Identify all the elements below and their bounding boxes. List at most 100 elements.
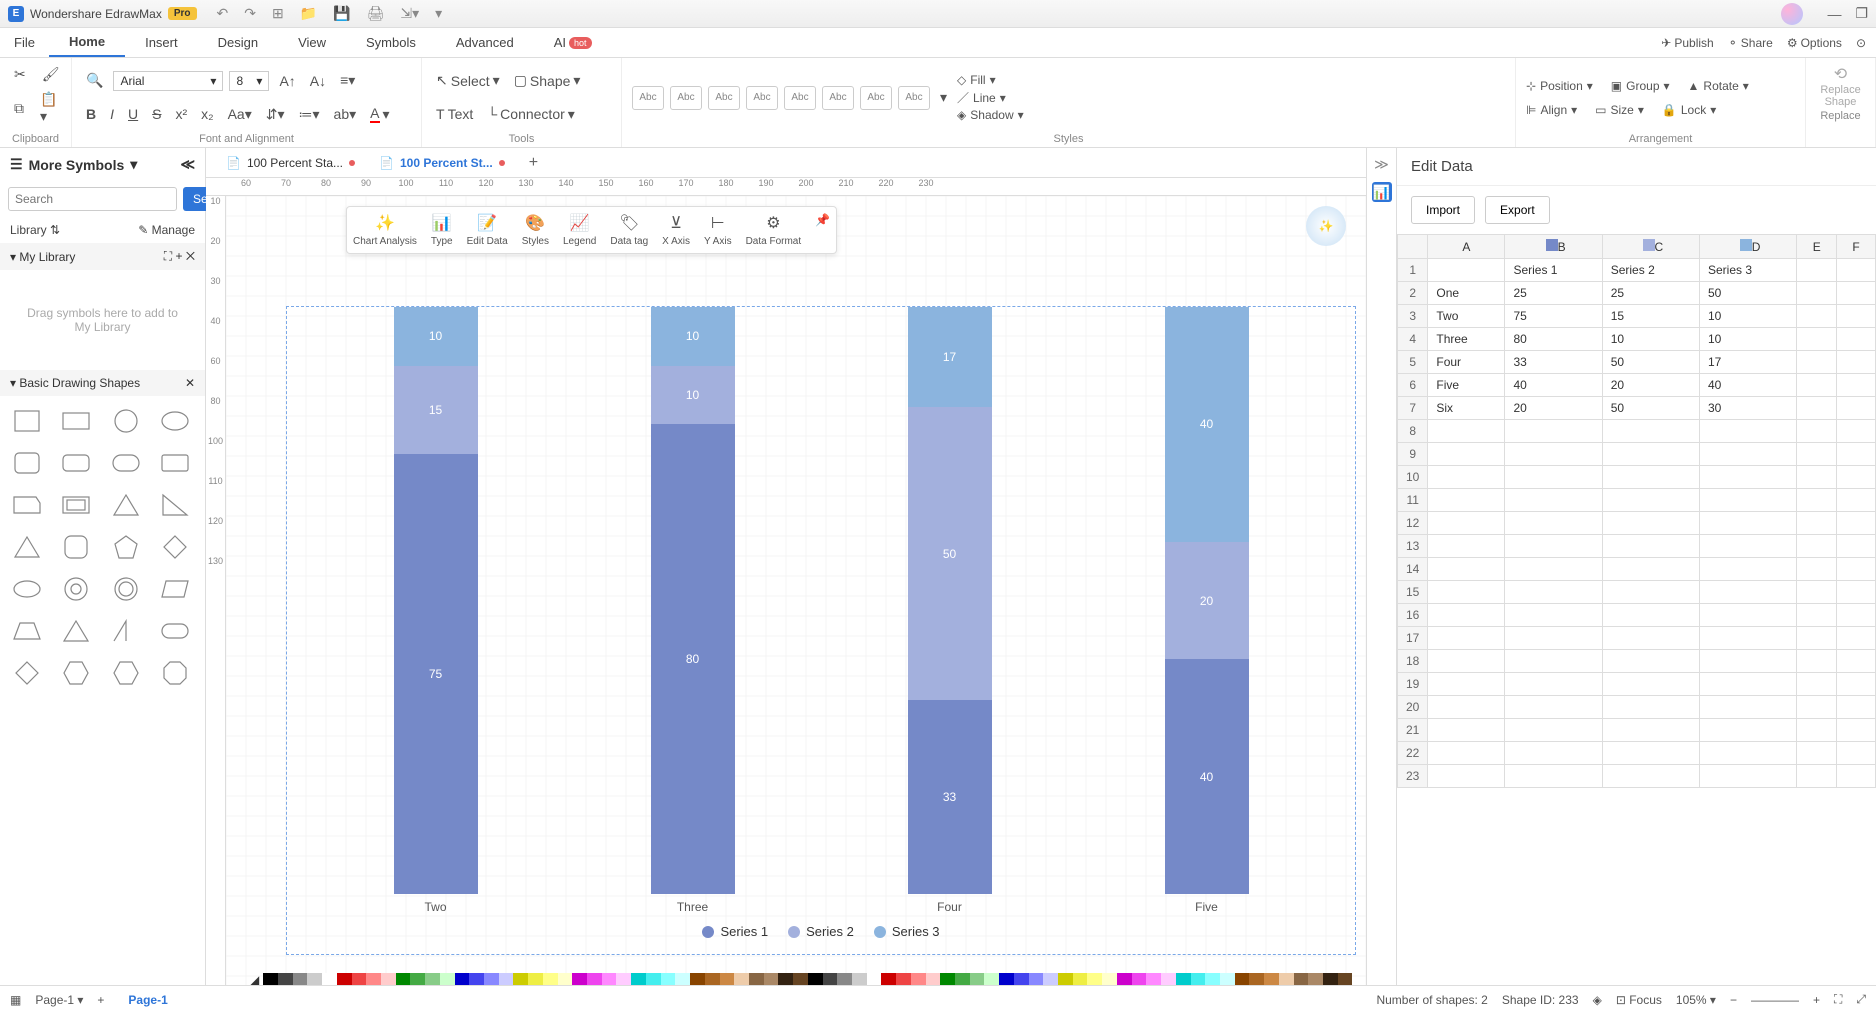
shape-octagon[interactable]	[156, 656, 194, 690]
paste-icon[interactable]: 📋▾	[36, 89, 64, 127]
segment-s3[interactable]: 40	[1165, 307, 1249, 542]
color-swatch[interactable]	[1205, 973, 1220, 985]
color-swatch[interactable]	[1264, 973, 1279, 985]
dataformat-button[interactable]: ⚙Data Format	[746, 213, 802, 247]
canvas[interactable]: ✨Chart Analysis 📊Type 📝Edit Data 🎨Styles…	[226, 196, 1366, 985]
style-preset[interactable]: Abc	[632, 86, 664, 110]
col-header[interactable]: C	[1602, 235, 1699, 259]
share-button[interactable]: ⚬ Share	[1728, 36, 1773, 50]
segment-s2[interactable]: 20	[1165, 542, 1249, 659]
open-icon[interactable]: 📁	[300, 5, 317, 22]
color-swatch[interactable]	[793, 973, 808, 985]
fullscreen-icon[interactable]: ⤢	[1856, 992, 1866, 1007]
fill-button[interactable]: ◇ Fill▾	[957, 73, 1024, 87]
shape-trapezoid[interactable]	[8, 614, 46, 648]
cell[interactable]: 25	[1602, 282, 1699, 305]
color-swatch[interactable]	[749, 973, 764, 985]
highlight-icon[interactable]: ab▾	[330, 104, 361, 125]
cell[interactable]: Series 2	[1602, 259, 1699, 282]
color-swatch[interactable]	[322, 973, 337, 985]
connector-button[interactable]: └ Connector▾	[483, 104, 579, 125]
color-swatch[interactable]	[778, 973, 793, 985]
color-swatch[interactable]	[1043, 973, 1058, 985]
color-swatch[interactable]	[1279, 973, 1294, 985]
pin-icon[interactable]: 📌	[815, 213, 830, 247]
subscript-icon[interactable]: x₂	[197, 104, 217, 124]
close-icon[interactable]: ✕	[185, 376, 195, 390]
col-header[interactable]: E	[1797, 235, 1837, 259]
color-swatch[interactable]	[1338, 973, 1353, 985]
maximize-icon[interactable]: ❐	[1855, 5, 1868, 22]
xaxis-button[interactable]: ⊻X Axis	[662, 213, 690, 247]
shape-pill[interactable]	[156, 614, 194, 648]
export-button[interactable]: Export	[1485, 196, 1550, 224]
options-button[interactable]: ⚙ Options	[1787, 36, 1842, 50]
color-swatch[interactable]	[823, 973, 838, 985]
color-swatch[interactable]	[1249, 973, 1264, 985]
cell[interactable]: 30	[1700, 397, 1797, 420]
segment-s1[interactable]: 80	[651, 424, 735, 894]
color-swatch[interactable]	[1191, 973, 1206, 985]
color-swatch[interactable]	[1132, 973, 1147, 985]
color-swatch[interactable]	[1294, 973, 1309, 985]
spacing-icon[interactable]: ⇵▾	[262, 104, 289, 125]
cell[interactable]: 33	[1505, 351, 1602, 374]
cell[interactable]: 50	[1602, 397, 1699, 420]
manage-button[interactable]: ✎ Manage	[138, 223, 195, 237]
color-palette-strip[interactable]: ◢	[246, 973, 1356, 985]
shape-parallelogram[interactable]	[156, 572, 194, 606]
bar-three[interactable]: 101080	[651, 307, 735, 894]
export-icon[interactable]: ⇲▾	[400, 5, 419, 22]
shape-frame[interactable]	[57, 488, 95, 522]
color-swatch[interactable]	[1146, 973, 1161, 985]
yaxis-button[interactable]: ⊢Y Axis	[704, 213, 732, 247]
color-swatch[interactable]	[352, 973, 367, 985]
doc-tab-2[interactable]: 📄 100 Percent St...	[369, 152, 515, 174]
shape-roundrect2[interactable]	[107, 446, 145, 480]
color-swatch[interactable]	[837, 973, 852, 985]
size-button[interactable]: ▭ Size▾	[1595, 103, 1644, 117]
segment-s1[interactable]: 33	[908, 700, 992, 894]
legend-item[interactable]: Series 2	[788, 924, 854, 939]
segment-s2[interactable]: 50	[908, 407, 992, 701]
cell[interactable]: 15	[1602, 305, 1699, 328]
shape-diamond[interactable]	[156, 530, 194, 564]
cell[interactable]: 10	[1700, 328, 1797, 351]
color-swatch[interactable]	[852, 973, 867, 985]
color-swatch[interactable]	[911, 973, 926, 985]
layers-icon[interactable]: ◈	[1593, 993, 1602, 1007]
color-swatch[interactable]	[528, 973, 543, 985]
shape-ring[interactable]	[107, 572, 145, 606]
cell[interactable]: Two	[1428, 305, 1505, 328]
menu-design[interactable]: Design	[198, 28, 278, 57]
style-preset[interactable]: Abc	[784, 86, 816, 110]
color-swatch[interactable]	[425, 973, 440, 985]
save-icon[interactable]: 💾	[333, 5, 350, 22]
color-swatch[interactable]	[396, 973, 411, 985]
color-swatch[interactable]	[734, 973, 749, 985]
color-swatch[interactable]	[984, 973, 999, 985]
line-button[interactable]: ／ Line▾	[957, 89, 1024, 106]
color-swatch[interactable]	[263, 973, 278, 985]
text-button[interactable]: T Text	[432, 104, 477, 124]
color-swatch[interactable]	[867, 973, 882, 985]
minimize-icon[interactable]: —	[1827, 6, 1841, 22]
cell[interactable]: 40	[1505, 374, 1602, 397]
segment-s2[interactable]: 10	[651, 366, 735, 425]
color-swatch[interactable]	[381, 973, 396, 985]
style-preset[interactable]: Abc	[708, 86, 740, 110]
print-icon[interactable]: 🖨	[367, 5, 385, 22]
cell[interactable]: 20	[1602, 374, 1699, 397]
library-label[interactable]: Library ⇅	[10, 223, 60, 237]
cell[interactable]: Five	[1428, 374, 1505, 397]
col-header[interactable]: A	[1428, 235, 1505, 259]
cell[interactable]: 20	[1505, 397, 1602, 420]
focus-button[interactable]: ⊡ Focus	[1616, 993, 1662, 1007]
more-symbols-header[interactable]: ☰More Symbols▾ ≪	[0, 148, 205, 181]
color-swatch[interactable]	[646, 973, 661, 985]
select-button[interactable]: ↖ Select▾	[432, 70, 504, 91]
shape-roundsquare[interactable]	[8, 446, 46, 480]
align-button[interactable]: ⊫ Align▾	[1526, 103, 1577, 117]
color-swatch[interactable]	[293, 973, 308, 985]
cell[interactable]: 10	[1700, 305, 1797, 328]
